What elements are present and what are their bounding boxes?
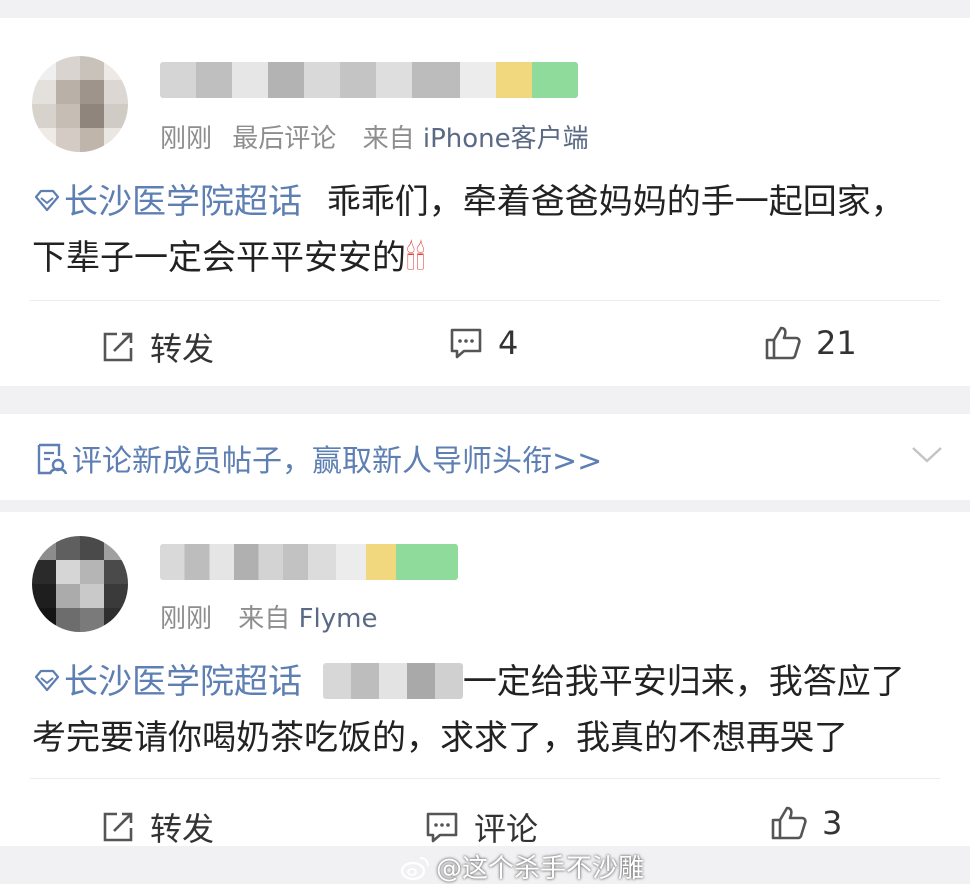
chevron-down-icon[interactable]: [910, 444, 944, 466]
comment-label: 评论: [474, 810, 539, 848]
post-card-1: 刚刚 最后评论 来自 iPhone客户端 长沙医学院超话 乖乖们，牵着爸爸妈妈的…: [0, 18, 970, 386]
post-meta: 刚刚 来自 Flyme: [160, 598, 377, 635]
last-comment-label: 最后评论: [232, 124, 337, 154]
source-client[interactable]: Flyme: [299, 604, 378, 634]
thumbs-up-icon: [765, 326, 801, 360]
repost-button[interactable]: 转发: [100, 324, 214, 370]
repost-button[interactable]: 转发: [100, 804, 214, 850]
section-gap: [0, 386, 970, 414]
from-label: 来自: [362, 124, 415, 154]
post-content: 长沙医学院超话 一定给我平安归来，我答应了考完要请你喝奶茶吃饭的，求求了，我真的…: [32, 654, 932, 766]
repost-label: 转发: [150, 330, 215, 368]
username-obscured[interactable]: [160, 544, 458, 580]
share-icon: [103, 332, 133, 362]
promo-banner[interactable]: 评论新成员帖子，赢取新人导师头衔>>: [0, 414, 970, 500]
like-button[interactable]: 3: [770, 804, 842, 842]
from-label: 来自: [238, 604, 291, 634]
post-content: 长沙医学院超话 乖乖们，牵着爸爸妈妈的手一起回家，下辈子一定会平平安安的🕯🕯: [32, 174, 932, 286]
top-separator: [0, 0, 970, 18]
section-gap: [0, 500, 970, 512]
supertopic-link[interactable]: 长沙医学院超话: [32, 662, 302, 702]
comment-button[interactable]: 评论: [424, 804, 538, 850]
supertopic-label: 长沙医学院超话: [64, 182, 302, 222]
post-time: 刚刚: [160, 604, 213, 634]
share-icon: [103, 812, 133, 842]
comment-button[interactable]: 4: [448, 324, 518, 362]
post-card-2: 刚刚 来自 Flyme 长沙医学院超话 一定给我平安归来，我答应了考完要请你喝奶…: [0, 512, 970, 848]
thumbs-up-icon: [771, 806, 807, 840]
weibo-watermark: @这个杀手不沙雕: [400, 848, 644, 885]
weibo-logo-icon: [400, 857, 429, 881]
supertopic-link[interactable]: 长沙医学院超话: [32, 182, 302, 222]
comment-icon: [426, 812, 458, 843]
comment-icon: [450, 328, 482, 359]
diamond-icon: [34, 189, 60, 212]
supertopic-label: 长沙医学院超话: [64, 662, 302, 702]
source-client[interactable]: iPhone客户端: [423, 124, 589, 154]
diamond-icon: [34, 669, 60, 692]
post-meta: 刚刚 最后评论 来自 iPhone客户端: [160, 118, 589, 155]
like-count: 21: [816, 324, 857, 362]
divider: [30, 778, 940, 779]
candle-emoji: 🕯🕯: [406, 238, 426, 278]
document-icon: [37, 443, 68, 475]
like-count: 3: [822, 804, 843, 842]
mention-obscured: [322, 663, 463, 699]
avatar[interactable]: [32, 56, 128, 152]
promo-text: 评论新成员帖子，赢取新人导师头衔>>: [72, 444, 603, 479]
like-button[interactable]: 21: [764, 324, 857, 362]
avatar[interactable]: [32, 536, 128, 632]
username-obscured[interactable]: [160, 62, 578, 98]
comment-count: 4: [498, 324, 519, 362]
divider: [30, 300, 940, 301]
post-time: 刚刚: [160, 124, 213, 154]
repost-label: 转发: [150, 810, 215, 848]
watermark-text: @这个杀手不沙雕: [436, 854, 645, 884]
